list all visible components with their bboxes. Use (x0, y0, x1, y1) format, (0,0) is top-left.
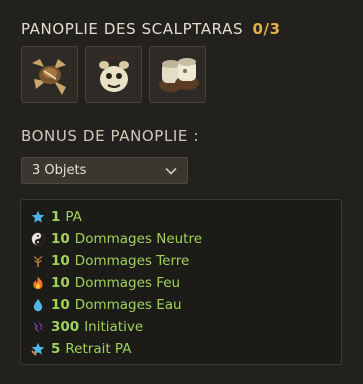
earth-tree-icon (33, 256, 43, 267)
bonus-row-pa: 1 PA (31, 206, 341, 228)
star-pa-icon (31, 210, 45, 223)
bonus-label: Initiative (84, 319, 144, 335)
set-item-slot-2[interactable] (85, 46, 142, 103)
neutral-yinyang-icon (31, 232, 45, 246)
initiative-icon (33, 321, 44, 333)
items-count-select-value: 3 Objets (32, 163, 87, 178)
bonus-value: 10 (51, 253, 70, 269)
bonus-label: Retrait PA (65, 341, 132, 357)
set-items-list (21, 46, 206, 103)
chevron-down-icon (165, 167, 177, 175)
bonus-value: 300 (51, 319, 80, 335)
bonus-label: PA (65, 209, 82, 225)
scalptara-boots-icon (158, 57, 199, 92)
bonus-value: 10 (51, 297, 70, 313)
bonus-label: Dommages Neutre (74, 231, 203, 247)
water-drop-icon (33, 298, 43, 312)
bonus-row-retrait-pa: 5 Retrait PA (31, 338, 341, 360)
set-item-slot-1[interactable] (21, 46, 78, 103)
bonus-value: 10 (51, 231, 70, 247)
claw-amulet-icon (31, 58, 66, 95)
set-title-text: PANOPLIE DES SCALPTARAS (21, 20, 244, 38)
bonus-label: Dommages Feu (74, 275, 181, 291)
bonus-row-fire-damage: 10 Dommages Feu (31, 272, 341, 294)
items-count-select[interactable]: 3 Objets (21, 157, 188, 184)
set-item-slot-3[interactable] (149, 46, 206, 103)
bonus-value: 10 (51, 275, 70, 291)
bonus-row-neutral-damage: 10 Dommages Neutre (31, 228, 341, 250)
bonus-row-water-damage: 10 Dommages Eau (31, 294, 341, 316)
bonus-row-initiative: 300 Initiative (31, 316, 341, 338)
bonus-value: 5 (51, 341, 61, 357)
bonus-row-earth-damage: 10 Dommages Terre (31, 250, 341, 272)
retrait-pa-icon (31, 342, 45, 356)
scalptara-belt-icon (98, 55, 129, 92)
set-bonus-list: 1 PA 10 Dommages Neutre 10 Dommages Terr… (20, 199, 342, 365)
set-items-count: 0/3 (252, 20, 281, 38)
bonus-value: 1 (51, 209, 61, 225)
bonus-label: Dommages Eau (74, 297, 182, 313)
set-bonus-heading: BONUS DE PANOPLIE : (21, 127, 200, 145)
fire-icon (33, 276, 43, 290)
set-title: PANOPLIE DES SCALPTARAS 0/3 (21, 20, 281, 38)
bonus-label: Dommages Terre (74, 253, 190, 269)
